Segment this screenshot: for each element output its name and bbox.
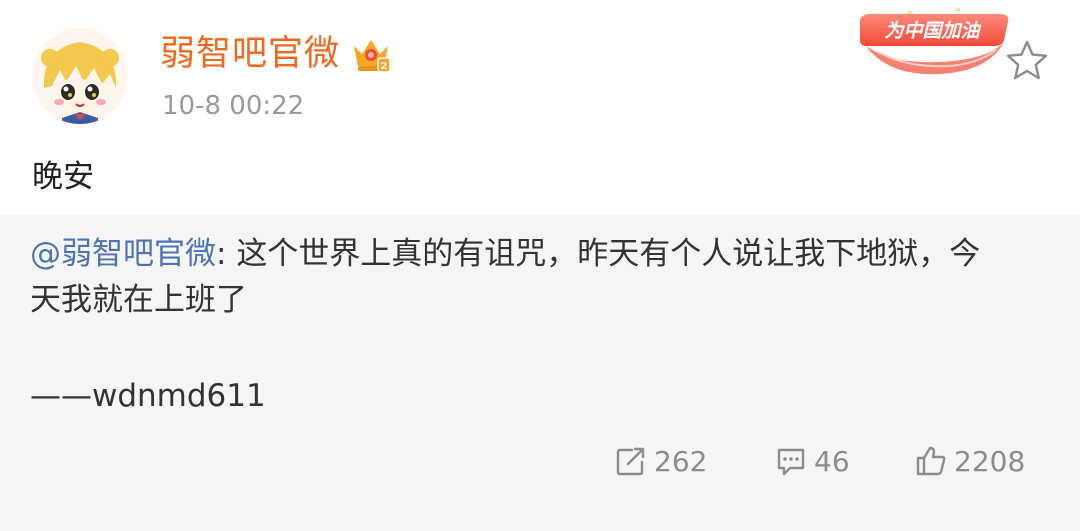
comment-icon <box>777 448 805 476</box>
avatar[interactable] <box>32 28 128 124</box>
vip-crown-icon: 2 <box>354 40 391 73</box>
weibo-post-card: 弱智吧官微 2 10-8 00:22 为中国加油 晚安 @弱智吧官微: 这个世界… <box>0 0 1080 531</box>
repost-button[interactable]: 262 <box>614 441 707 481</box>
repost-signature: ——wdnmd611 <box>30 378 266 414</box>
username[interactable]: 弱智吧官微 <box>160 30 340 78</box>
repost-body: @弱智吧官微: 这个世界上真的有诅咒，昨天有个人说让我下地狱，今天我就在上班了 <box>30 231 1010 323</box>
cheer-china-badge[interactable]: 为中国加油 <box>858 6 1014 76</box>
repost-count: 262 <box>654 444 708 478</box>
badge-text: 为中国加油 <box>884 20 980 42</box>
comment-count: 46 <box>814 444 850 478</box>
repost-separator: : <box>216 236 237 272</box>
mention-link[interactable]: @弱智吧官微 <box>30 236 216 272</box>
reposted-content[interactable]: @弱智吧官微: 这个世界上真的有诅咒，昨天有个人说让我下地狱，今天我就在上班了 … <box>0 215 1080 531</box>
share-icon <box>616 447 645 476</box>
favorite-star-icon[interactable] <box>1004 38 1050 84</box>
comment-button[interactable]: 46 <box>774 441 850 481</box>
svg-text:2: 2 <box>381 61 388 72</box>
like-button[interactable]: 2208 <box>914 441 1025 481</box>
avatar-illustration <box>32 28 128 124</box>
post-timestamp: 10-8 00:22 <box>162 91 305 121</box>
thumbs-up-icon <box>916 446 946 476</box>
like-count: 2208 <box>954 444 1026 478</box>
post-text: 晚安 <box>32 159 94 195</box>
